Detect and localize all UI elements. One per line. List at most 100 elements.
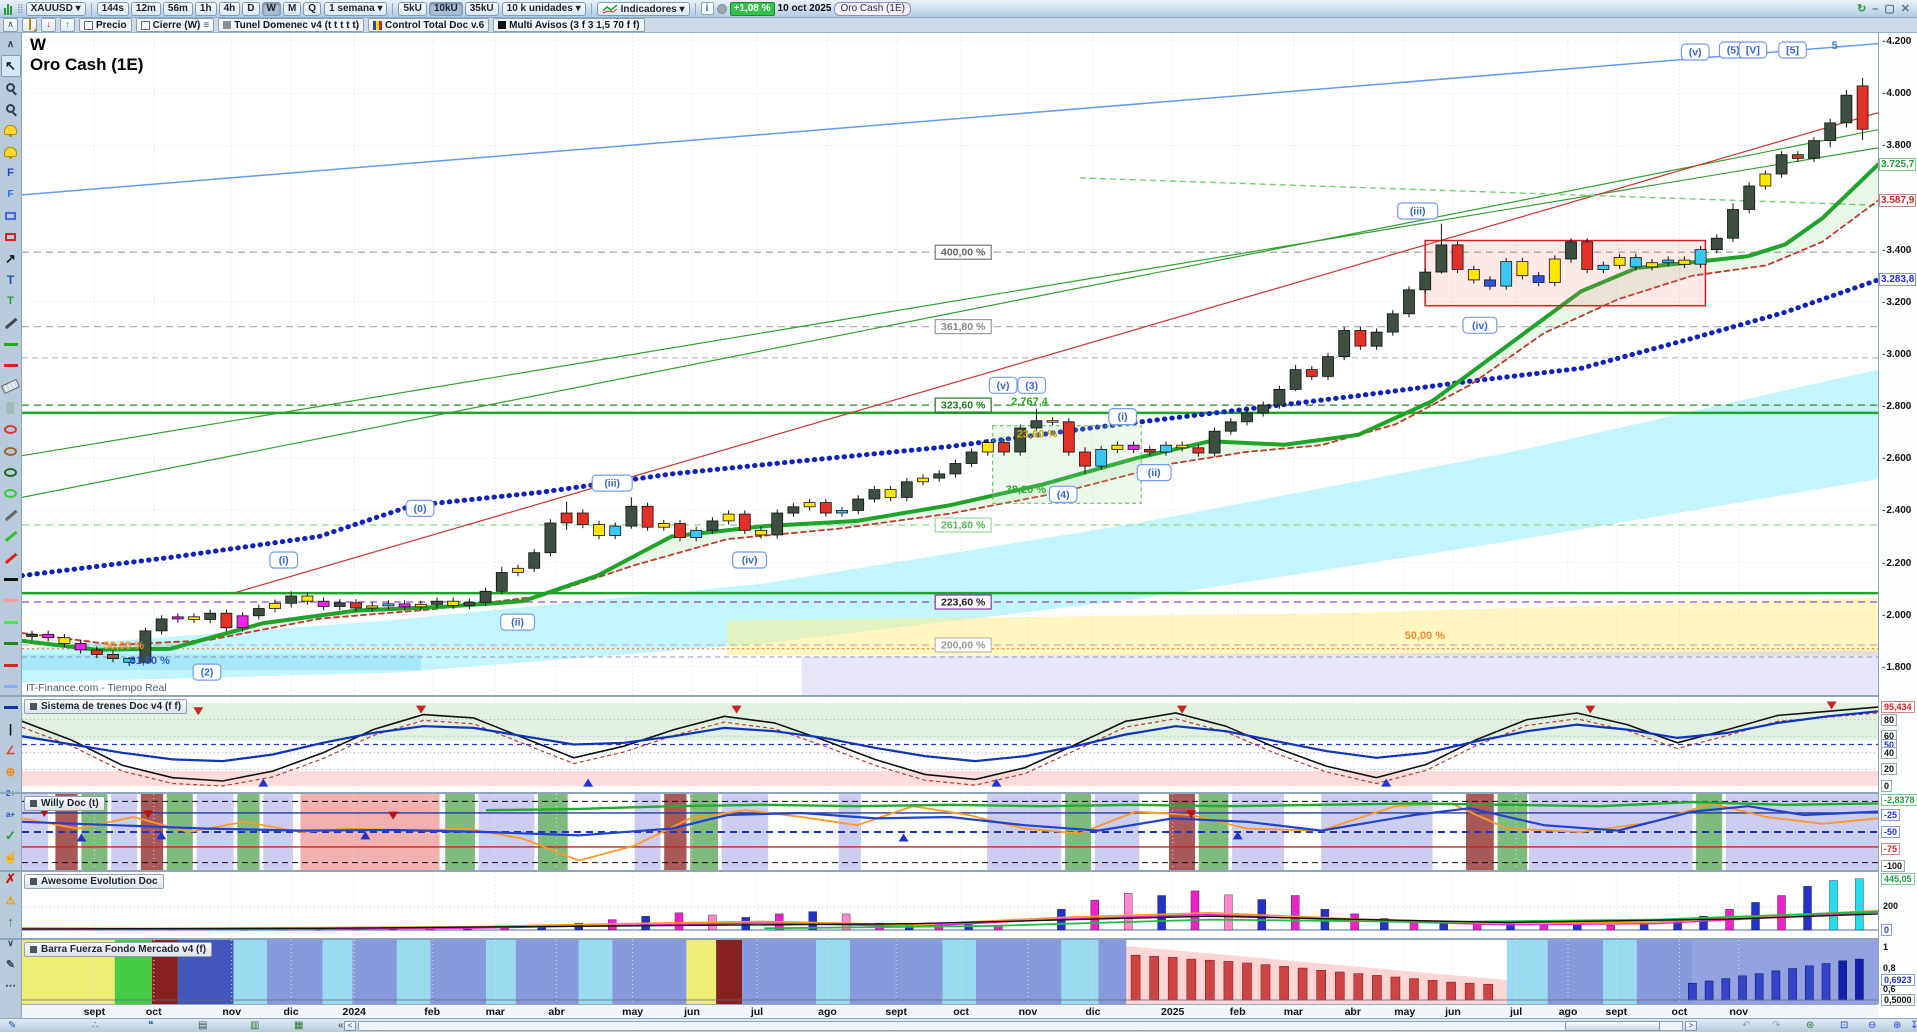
panel-label-barra[interactable]: Barra Fuerza Fondo Mercado v4 (f) [24, 942, 213, 957]
panel-awesome[interactable] [21, 872, 1879, 938]
ruler-tool-icon[interactable] [0, 376, 21, 397]
order-journal-icon[interactable]: ✎ [1, 954, 21, 975]
legend-item-2[interactable]: Cierre (W) ≡ [135, 18, 215, 32]
chat-icon[interactable]: ❝ [148, 1019, 153, 1032]
panel-label-trenes[interactable]: Sistema de trenes Doc v4 (f f) [24, 699, 188, 714]
ellipse-darkgreen-tool-icon[interactable] [1, 462, 21, 483]
collapse-toolbar-icon[interactable]: ∧ [3, 18, 18, 32]
timeframe-M[interactable]: M [282, 1, 302, 16]
warning-tool-icon[interactable]: ⚠ [1, 890, 21, 911]
timeframe-1h[interactable]: 1h [194, 1, 217, 16]
hline-green-dot-icon[interactable] [1, 333, 21, 354]
timeframe-144s[interactable]: 144s [96, 1, 129, 16]
checkbox[interactable] [84, 20, 93, 30]
hline-brightgreen-tool-icon[interactable] [1, 612, 21, 633]
fibonacci-retracement-icon[interactable]: F [1, 184, 21, 205]
timeframe-W[interactable]: W [261, 1, 281, 16]
legend-item-4[interactable]: Control Total Doc v.6 [368, 18, 490, 32]
timeframe-D[interactable]: D [242, 1, 260, 16]
news-icon[interactable]: ▤ [198, 1019, 207, 1032]
legend-item-5[interactable]: Multi Avisos (3 f 3 1,5 70 f f) [493, 18, 645, 32]
note-tool-icon[interactable]: T [1, 291, 21, 312]
zoom-out-icon[interactable]: ⊖ [1868, 1019, 1876, 1032]
hline-red-tool-icon[interactable] [1, 654, 21, 675]
rect-blue-tool-icon[interactable] [1, 205, 21, 226]
period-select[interactable]: 1 semana ▾ [324, 1, 388, 16]
undo-icon[interactable]: ↶ [1742, 1019, 1750, 1032]
diagonal-green-tool-icon[interactable] [1, 526, 21, 547]
vline-tool-icon[interactable]: | [1, 719, 21, 740]
like-tool-icon[interactable]: ☝ [1, 847, 21, 868]
share-icon[interactable]: ∴ [92, 1019, 98, 1032]
instrument-chip[interactable]: Oro Cash (1E) [834, 1, 911, 16]
collapse-icon[interactable]: ∧ [1, 34, 21, 55]
legend-item-1[interactable]: Precio [79, 18, 132, 32]
pattern-tool-icon[interactable]: ▒ [1, 398, 21, 419]
collapse-left-icon[interactable]: « [338, 1019, 344, 1032]
panel-willy[interactable] [21, 794, 1879, 870]
panel-sistema-trenes[interactable] [21, 697, 1879, 792]
hline-black-tool-icon[interactable] [1, 569, 21, 590]
scrollbar-thumb[interactable] [1565, 1021, 1660, 1031]
diagonal-gray-tool-icon[interactable] [1, 505, 21, 526]
angle-tool-icon[interactable]: ∠ [1, 740, 21, 761]
close-button[interactable]: ✕ [1898, 3, 1913, 15]
ellipse-red-tool-icon[interactable] [1, 419, 21, 440]
validate-tool-icon[interactable]: ✓ [1, 825, 21, 846]
timeframe-56m[interactable]: 56m [162, 1, 193, 16]
scroll-right-icon[interactable]: ↧ [1910, 1019, 1917, 1032]
draw-notes-icon[interactable]: ✎ [8, 1019, 16, 1032]
volume-10kU[interactable]: 10kU [428, 1, 463, 16]
more-dots-icon[interactable]: ⋯ [1, 975, 21, 996]
ellipse-green-tool-icon[interactable] [1, 483, 21, 504]
refresh-icon[interactable]: ↻ [1854, 3, 1869, 15]
rect-red-tool-icon[interactable] [1, 227, 21, 248]
hline-salmon-tool-icon[interactable] [1, 590, 21, 611]
zoom-in-icon[interactable]: ⊕ [1893, 1019, 1901, 1032]
hline-navy-tool-icon[interactable] [1, 697, 21, 718]
symbol-select[interactable]: XAUUSD ▾ [25, 1, 86, 16]
main-price-chart[interactable]: 2.767,4 23,60 % 38,20 % 50,00 % 50,00 % 61,80… [19, 33, 1881, 696]
diagonal-red-tool-icon[interactable] [1, 547, 21, 568]
restore-button[interactable]: ▢ [1881, 3, 1897, 15]
timeframe-4h[interactable]: 4h [218, 1, 241, 16]
circle-plus-tool-icon[interactable]: ⊕ [1, 761, 21, 782]
chart-window-icon[interactable]: ▦ [294, 1019, 303, 1032]
text-tool-icon[interactable]: T [1, 269, 21, 290]
letters-tool-icon[interactable]: a+ [1, 804, 21, 825]
hline-lightblue-tool-icon[interactable] [1, 676, 21, 697]
indicators-button[interactable]: Indicadores ▾ [596, 1, 690, 16]
checkbox[interactable] [140, 20, 150, 30]
chart-settings-icon[interactable]: ⊛ [1806, 1019, 1814, 1032]
volume-35kU[interactable]: 35kU [464, 1, 499, 16]
zoom-fit-icon[interactable]: ⊡ [1840, 1019, 1848, 1032]
fibonacci-tool-icon[interactable]: F [1, 162, 21, 183]
minimize-button[interactable]: – [1869, 3, 1881, 15]
alarm-tool-icon[interactable] [1, 141, 21, 162]
zoom-tool-icon[interactable] [1, 77, 21, 98]
horizontal-scrollbar[interactable] [358, 1021, 1683, 1031]
segment-tool-icon[interactable] [1, 312, 21, 333]
ellipse-brown-tool-icon[interactable] [1, 440, 21, 461]
volume-5kU[interactable]: 5kU [398, 1, 427, 16]
hline-red-dot-icon[interactable] [1, 355, 21, 376]
scroll-right-button[interactable]: > [1685, 1021, 1697, 1031]
timeframe-Q[interactable]: Q [303, 1, 322, 16]
hline-green-tool-icon[interactable] [1, 633, 21, 654]
arrow-up-tool-icon[interactable]: ↑ [1, 911, 21, 932]
alarm-icon[interactable] [22, 18, 37, 32]
timeframe-12m[interactable]: 12m [130, 1, 161, 16]
signals-icon[interactable]: ▥ [250, 1019, 259, 1032]
panel-label-willy[interactable]: Willy Doc (t) [24, 796, 105, 811]
price-axis[interactable]: 4.200 4.000 3.800 3.400 3.200 3.000 2.800 2.600… [1878, 33, 1917, 1006]
scroll-left-button[interactable]: < [344, 1021, 356, 1031]
zoom-area-tool-icon[interactable] [1, 98, 21, 119]
more-tools-chevron-icon[interactable]: ∨ [1, 932, 21, 953]
panel-label-awesome[interactable]: Awesome Evolution Doc [24, 874, 164, 889]
trend-arrow-tool-icon[interactable]: ↗ [1, 248, 21, 269]
alarm-assistant-icon[interactable] [1, 120, 21, 141]
alert-up-icon[interactable]: ↑ [60, 18, 75, 32]
pointer-tool-icon[interactable]: ↖ [0, 55, 21, 77]
redo-icon[interactable]: ↷ [1772, 1019, 1780, 1032]
units-select[interactable]: 10 k unidades ▾ [501, 1, 586, 16]
